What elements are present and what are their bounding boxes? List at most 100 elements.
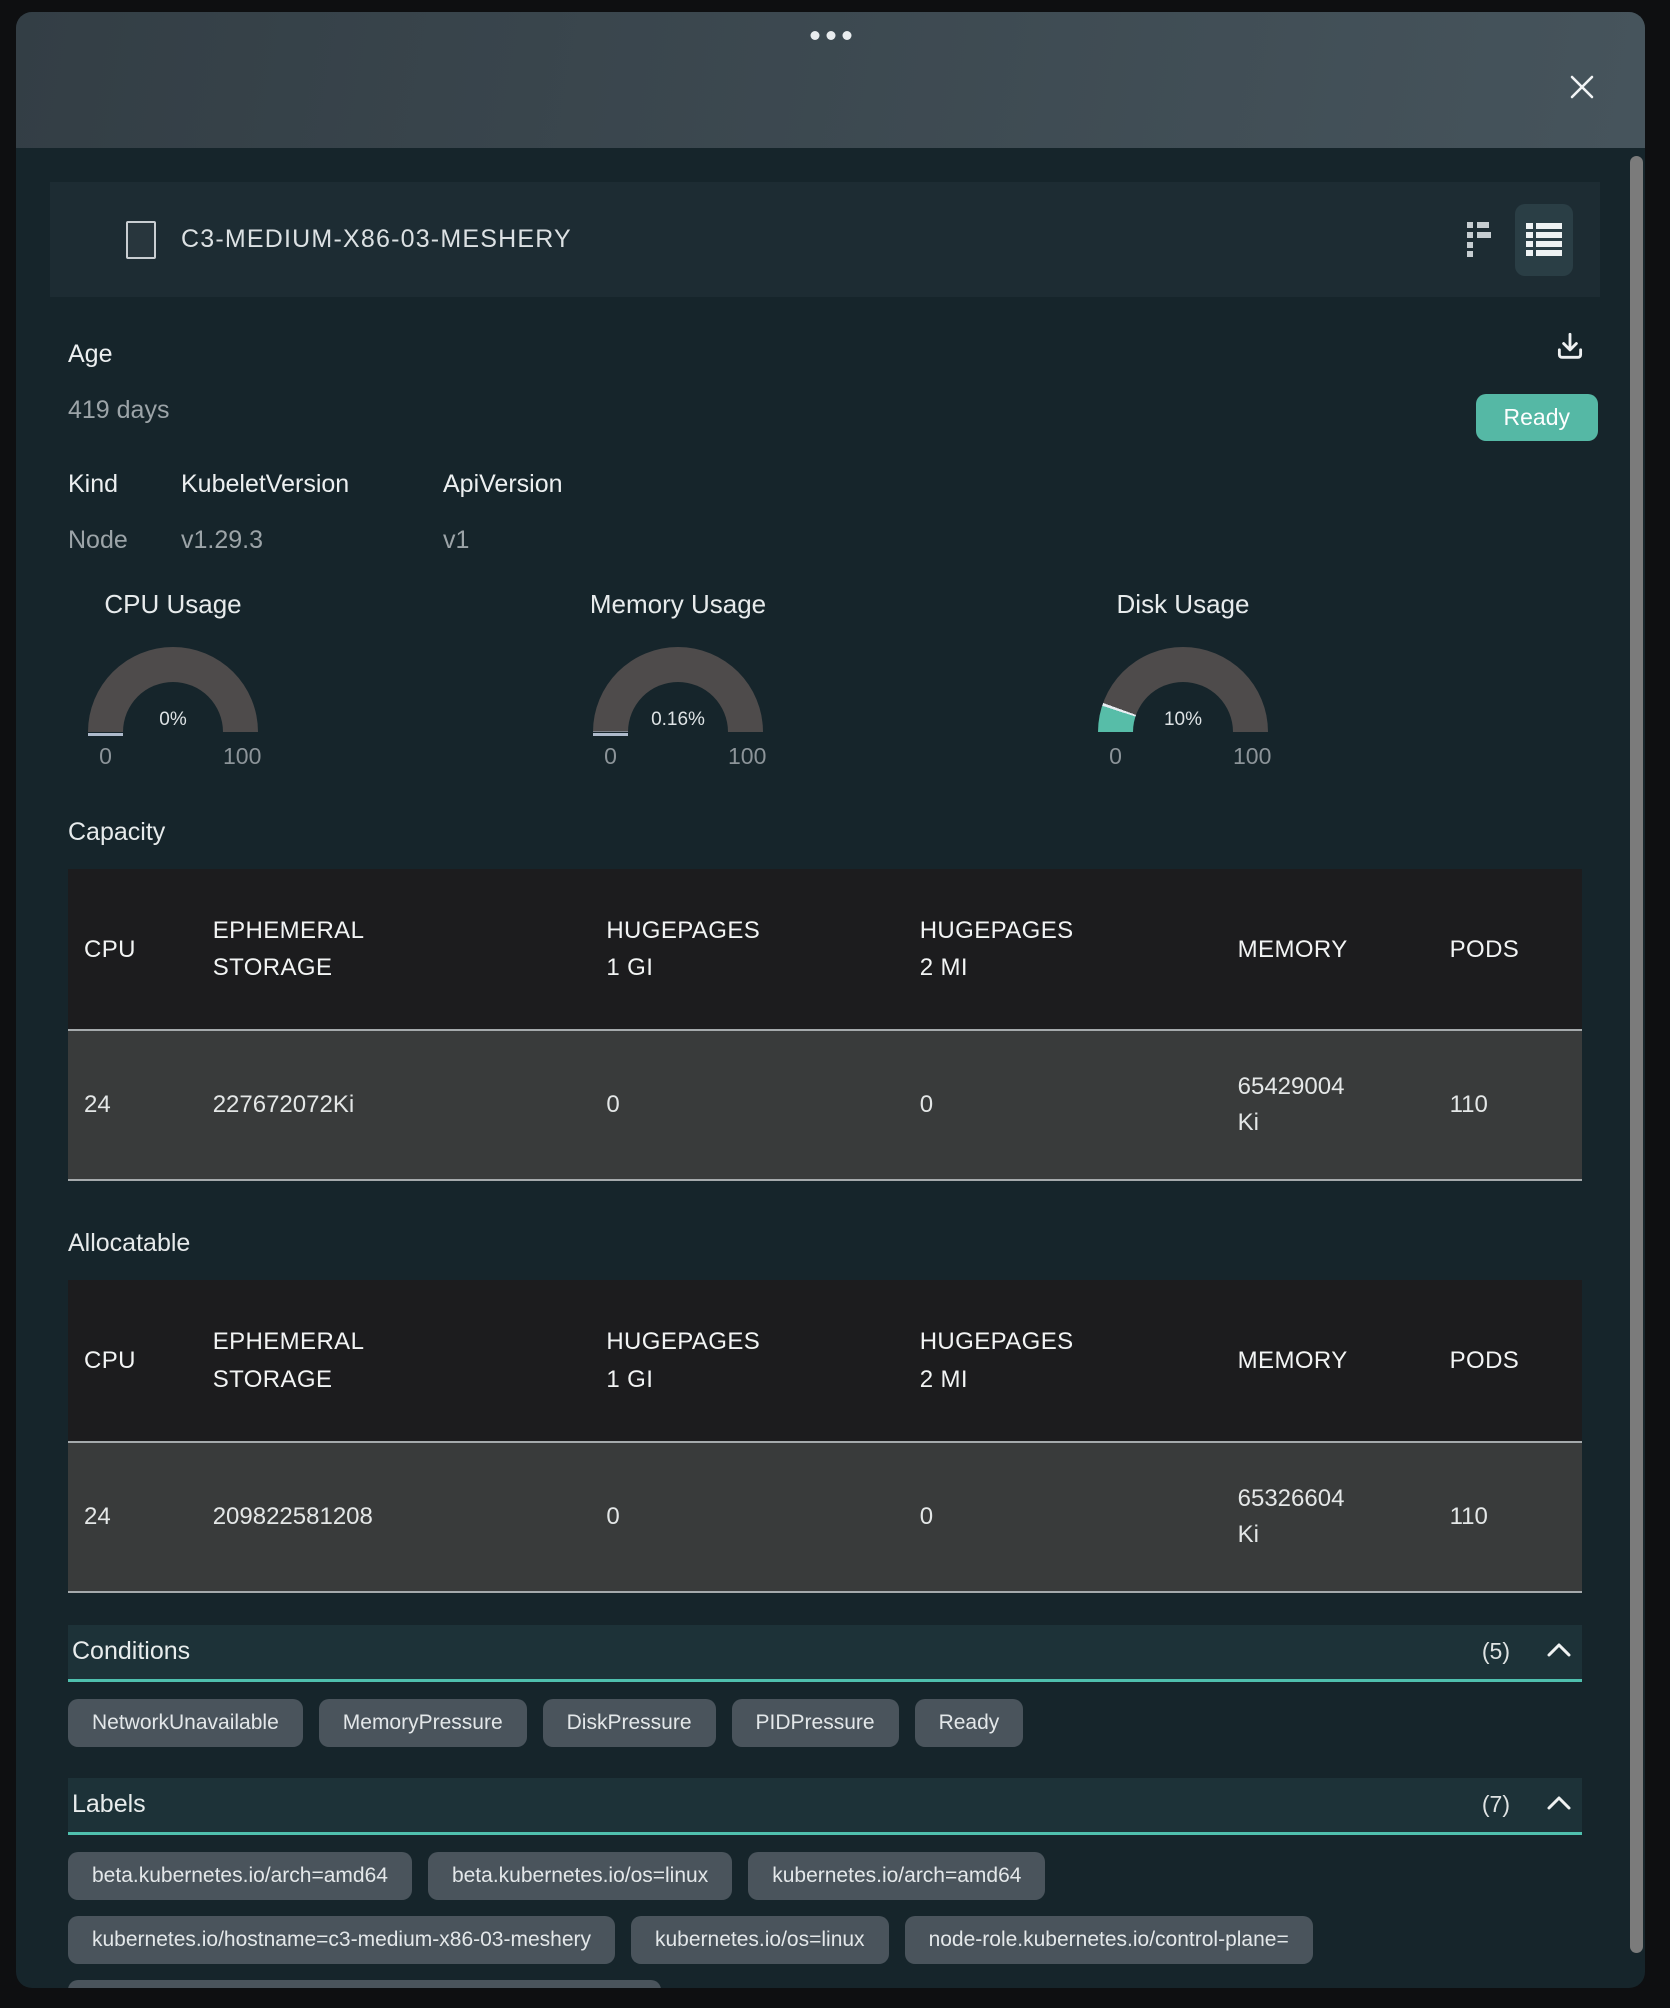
- kubelet-version-value: v1.29.3: [181, 525, 443, 555]
- status-badge: Ready: [1476, 394, 1598, 441]
- col-hugepages-2mi: HUGEPAGES 2 MI: [904, 1280, 1222, 1441]
- gauge-min-label: 0: [593, 743, 628, 770]
- gauge-min-label: 0: [1098, 743, 1133, 770]
- conditions-section-bar: Conditions (5): [68, 1625, 1582, 1682]
- node-title-bar: C3-MEDIUM-X86-03-MESHERY: [50, 182, 1600, 297]
- gauge-value-label: 0.16%: [593, 709, 763, 731]
- col-ephemeral-storage: EPHEMERAL STORAGE: [197, 1280, 591, 1441]
- download-icon[interactable]: [1552, 330, 1588, 366]
- modal-scrollbar[interactable]: [1630, 156, 1643, 1953]
- col-hugepages-1gi: HUGEPAGES 1 GI: [590, 1280, 903, 1441]
- pods-value: 110: [1434, 1442, 1582, 1592]
- gauge-min-label: 0: [88, 743, 123, 770]
- condition-chip[interactable]: DiskPressure: [543, 1699, 716, 1747]
- chevron-up-icon[interactable]: [1546, 1641, 1572, 1662]
- capacity-title: Capacity: [68, 818, 1582, 847]
- node-title: C3-MEDIUM-X86-03-MESHERY: [181, 225, 572, 254]
- age-label: Age: [68, 339, 1582, 369]
- cpu-value: 24: [68, 1030, 197, 1180]
- gauge-value-tick: [593, 733, 628, 736]
- col-cpu: CPU: [68, 1280, 197, 1441]
- condition-chip[interactable]: MemoryPressure: [319, 1699, 527, 1747]
- col-hugepages-1gi: HUGEPAGES 1 GI: [590, 869, 903, 1030]
- label-chip[interactable]: kubernetes.io/hostname=c3-medium-x86-03-…: [68, 1916, 615, 1964]
- labels-chips: beta.kubernetes.io/arch=amd64 beta.kuber…: [68, 1852, 1582, 1988]
- conditions-title: Conditions: [72, 1637, 190, 1666]
- col-memory: MEMORY: [1222, 869, 1434, 1030]
- dot: [826, 31, 835, 40]
- label-chip[interactable]: kubernetes.io/os=linux: [631, 1916, 889, 1964]
- usage-gauges: CPU Usage 0% 0 100 Memory Usage: [68, 589, 1288, 770]
- age-value: 419 days: [68, 395, 1582, 425]
- condition-chip[interactable]: PIDPressure: [732, 1699, 899, 1747]
- gauge-max-label: 100: [1233, 743, 1268, 770]
- label-chip[interactable]: node-role.kubernetes.io/control-plane=: [905, 1916, 1313, 1964]
- gauge-max-label: 100: [728, 743, 763, 770]
- memory-value: 65429004Ki: [1222, 1030, 1434, 1180]
- conditions-chips: NetworkUnavailable MemoryPressure DiskPr…: [68, 1699, 1582, 1747]
- allocatable-data-row: 24 209822581208 0 0 65326604Ki 110: [68, 1442, 1582, 1592]
- hugepages-2mi-value: 0: [904, 1030, 1222, 1180]
- label-chip[interactable]: beta.kubernetes.io/os=linux: [428, 1852, 732, 1900]
- capacity-header-row: CPU EPHEMERAL STORAGE HUGEPAGES 1 GI HUG…: [68, 869, 1582, 1030]
- memory-usage-gauge: Memory Usage 0.16% 0 100: [573, 589, 783, 770]
- label-chip[interactable]: node.kubernetes.io/exclude-from-external…: [68, 1980, 661, 1988]
- tree-view-icon[interactable]: [1463, 218, 1493, 261]
- gauge-scale: 0 100: [593, 743, 763, 770]
- col-pods: PODS: [1434, 869, 1582, 1030]
- label-chip[interactable]: beta.kubernetes.io/arch=amd64: [68, 1852, 412, 1900]
- capacity-data-row: 24 227672072Ki 0 0 65429004Ki 110: [68, 1030, 1582, 1180]
- col-pods: PODS: [1434, 1280, 1582, 1441]
- gauge-value-label: 0%: [88, 709, 258, 731]
- allocatable-title: Allocatable: [68, 1229, 1582, 1258]
- memory-value: 65326604Ki: [1222, 1442, 1434, 1592]
- ephemeral-storage-value: 209822581208: [197, 1442, 591, 1592]
- cpu-usage-gauge: CPU Usage 0% 0 100: [68, 589, 278, 770]
- page-background: C3-MEDIUM-X86-03-MESHERY: [0, 0, 1670, 2008]
- drag-handle-icon[interactable]: [810, 31, 851, 40]
- label-chip[interactable]: kubernetes.io/arch=amd64: [748, 1852, 1045, 1900]
- gauge-arc: 0%: [88, 647, 258, 732]
- hugepages-2mi-value: 0: [904, 1442, 1222, 1592]
- labels-count: (7): [1482, 1791, 1510, 1818]
- api-version-label: ApiVersion: [443, 469, 1582, 499]
- gauge-max-label: 100: [223, 743, 258, 770]
- close-icon[interactable]: [1565, 70, 1599, 104]
- disk-usage-gauge: Disk Usage 10% 0 100: [1078, 589, 1288, 770]
- pods-value: 110: [1434, 1030, 1582, 1180]
- gauge-value-tick: [88, 733, 123, 736]
- capacity-table: CPU EPHEMERAL STORAGE HUGEPAGES 1 GI HUG…: [68, 869, 1582, 1181]
- col-cpu: CPU: [68, 869, 197, 1030]
- gauge-title: CPU Usage: [104, 589, 241, 620]
- modal-content: Age 419 days Ready Kind Node KubeletVers…: [68, 339, 1582, 1988]
- node-details-modal: C3-MEDIUM-X86-03-MESHERY: [16, 12, 1645, 1988]
- list-view-icon[interactable]: [1515, 204, 1573, 276]
- chevron-up-icon[interactable]: [1546, 1794, 1572, 1815]
- condition-chip[interactable]: NetworkUnavailable: [68, 1699, 303, 1747]
- kind-value: Node: [68, 525, 181, 555]
- conditions-count: (5): [1482, 1638, 1510, 1665]
- gauge-arc: 0.16%: [593, 647, 763, 732]
- col-ephemeral-storage: EPHEMERAL STORAGE: [197, 869, 591, 1030]
- api-version-value: v1: [443, 525, 1582, 555]
- dot: [842, 31, 851, 40]
- gauge-scale: 0 100: [1098, 743, 1268, 770]
- condition-chip[interactable]: Ready: [915, 1699, 1024, 1747]
- gauge-scale: 0 100: [88, 743, 258, 770]
- gauge-title: Disk Usage: [1117, 589, 1250, 620]
- allocatable-table: CPU EPHEMERAL STORAGE HUGEPAGES 1 GI HUG…: [68, 1280, 1582, 1592]
- gauge-arc: 10%: [1098, 647, 1268, 732]
- kubelet-version-label: KubeletVersion: [181, 469, 443, 499]
- dot: [810, 31, 819, 40]
- labels-section-bar: Labels (7): [68, 1778, 1582, 1835]
- node-checkbox[interactable]: [126, 221, 156, 259]
- col-memory: MEMORY: [1222, 1280, 1434, 1441]
- kind-section: Kind Node KubeletVersion v1.29.3 ApiVers…: [68, 469, 1582, 555]
- col-hugepages-2mi: HUGEPAGES 2 MI: [904, 869, 1222, 1030]
- age-section: Age 419 days Ready: [68, 339, 1582, 425]
- cpu-value: 24: [68, 1442, 197, 1592]
- ephemeral-storage-value: 227672072Ki: [197, 1030, 591, 1180]
- hugepages-1gi-value: 0: [590, 1030, 903, 1180]
- kind-label: Kind: [68, 469, 181, 499]
- labels-title: Labels: [72, 1790, 146, 1819]
